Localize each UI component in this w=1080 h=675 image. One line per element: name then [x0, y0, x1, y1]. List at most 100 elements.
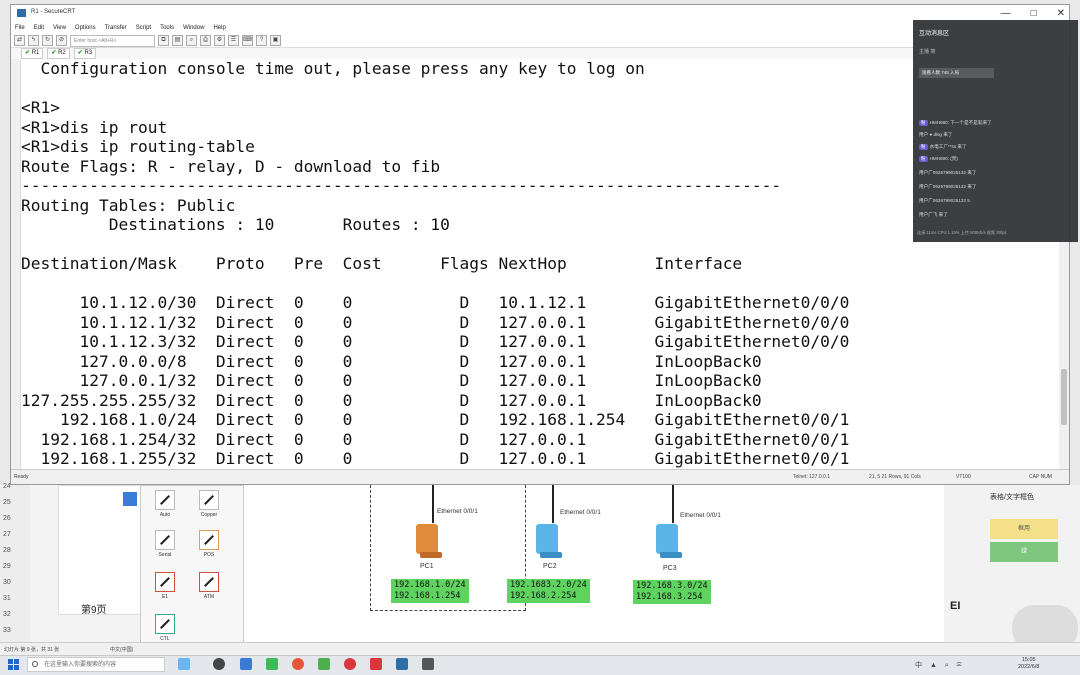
ensp-icon[interactable]	[422, 658, 434, 670]
connect-icon[interactable]: ⇄	[14, 35, 25, 46]
palette-ctl[interactable]: CTL	[145, 614, 185, 642]
tab-r3[interactable]: ✔ R3	[73, 48, 97, 59]
row-number: 27	[3, 531, 11, 538]
pos-cable-icon	[199, 530, 219, 550]
pc3-device[interactable]	[652, 522, 686, 560]
start-button[interactable]	[8, 659, 19, 670]
find-icon[interactable]: ⌕	[186, 35, 197, 46]
app-icon[interactable]	[344, 658, 356, 670]
terminal-output[interactable]: Configuration console time out, please p…	[21, 59, 1059, 469]
maximize-button[interactable]: □	[1031, 8, 1037, 19]
session-manager-strip[interactable]	[11, 59, 21, 469]
menu-tools[interactable]: Tools	[160, 25, 174, 31]
menu-transfer[interactable]: Transfer	[105, 25, 127, 31]
palette-e1[interactable]: E1	[145, 572, 185, 600]
pc2-device[interactable]	[532, 522, 566, 560]
system-tray[interactable]: 中 ▲ ⌕ ✉	[915, 660, 965, 670]
ei-label: EI	[950, 600, 961, 612]
clock-date: 2022/6/8	[1018, 664, 1040, 670]
palette-label: ATM	[203, 594, 215, 600]
menu-file[interactable]: File	[15, 25, 25, 31]
host-input[interactable]: Enter host <Alt+R>	[70, 34, 155, 47]
status-caps: CAP NUM	[1029, 474, 1052, 480]
green-style-button[interactable]: 绿	[990, 542, 1058, 562]
terminal-line: 127.255.255.255/32 Direct 0 0 D 127.0.0.…	[21, 390, 762, 410]
pc1-gateway: 192.168.1.254	[394, 591, 461, 601]
app-icon[interactable]	[318, 658, 330, 670]
terminal-line: 192.168.1.255/32 Direct 0 0 D 127.0.0.1 …	[21, 449, 850, 468]
chat-message: 用户广飞 来了	[919, 212, 948, 217]
wechat-icon[interactable]	[266, 658, 278, 670]
connected-check-icon: ✔	[77, 50, 83, 56]
menu-options[interactable]: Options	[75, 25, 96, 31]
paste-icon[interactable]: ▤	[172, 35, 183, 46]
print-icon[interactable]: ⎙	[200, 35, 211, 46]
options-icon[interactable]: ☰	[228, 35, 239, 46]
palette-atm[interactable]: ATM	[189, 572, 229, 600]
row-number: 33	[3, 627, 11, 634]
tab-r1[interactable]: ✔ R1	[21, 48, 44, 59]
menu-view[interactable]: View	[53, 25, 66, 31]
scrollbar-thumb[interactable]	[1061, 369, 1067, 425]
chat-message: 粉水电工广**ss 来了	[919, 144, 967, 150]
pc-icon	[416, 524, 438, 554]
terminal-line: <R1>dis ip rout	[21, 117, 168, 137]
pc3-cable[interactable]	[672, 485, 674, 523]
palette-serial[interactable]: Serial	[145, 530, 185, 558]
tab-label: R2	[58, 50, 66, 56]
pc2-cable[interactable]	[552, 485, 554, 523]
tab-r2[interactable]: ✔ R2	[47, 48, 70, 59]
status-bar: Ready Telnet: 127.0.0.1 21, 5 21 Rows, 9…	[11, 469, 1069, 484]
palette-copper[interactable]: Copper	[189, 490, 229, 518]
yellow-style-button[interactable]: 框用	[990, 519, 1058, 539]
palette-auto[interactable]: #palette .pal-item .ic::after{background…	[145, 490, 185, 518]
window-title: R1 - SecureCRT	[31, 9, 76, 15]
pc1-device[interactable]	[412, 522, 446, 560]
pc1-cable[interactable]	[432, 485, 434, 523]
palette-label: E1	[161, 594, 169, 600]
palette-label: Serial	[158, 552, 172, 558]
reconnect-icon[interactable]: ↻	[42, 35, 53, 46]
pc1-net: 192.168.1.0/24	[394, 580, 466, 590]
disconnect-icon[interactable]: ⊘	[56, 35, 67, 46]
page-label: 第9页	[81, 605, 107, 616]
menu-edit[interactable]: Edit	[34, 25, 44, 31]
taskbar-clock[interactable]: 15:05 2022/6/8	[1018, 657, 1039, 671]
lightning-icon[interactable]: ϟ	[28, 35, 39, 46]
terminal-line: 192.168.1.254/32 Direct 0 0 D 127.0.0.1 …	[21, 429, 850, 449]
pc2-network-note: 192.1683.2.0/24 192.168.2.254	[507, 579, 590, 603]
close-button[interactable]: ✕	[1057, 8, 1065, 19]
chat-message: 粉 HMH690: (赞)	[919, 156, 958, 162]
session-tabs: ✔ R1 ✔ R2 ✔ R3	[11, 48, 1069, 59]
settings-icon[interactable]: ⚙	[214, 35, 225, 46]
windows-logo-icon	[8, 659, 13, 664]
pc2-net: 192.1683.2.0/24	[510, 580, 587, 590]
palette-label: Auto	[159, 512, 171, 518]
search-icon	[32, 661, 38, 667]
row-number: 32	[3, 611, 11, 618]
palette-pos[interactable]: POS	[189, 530, 229, 558]
pc3-label: PC3	[663, 565, 677, 572]
weather-icon[interactable]	[178, 658, 190, 670]
terminal-line: 192.168.1.0/24 Direct 0 0 D 192.168.1.25…	[21, 410, 850, 429]
language-indicator: 中文(中国)	[110, 647, 134, 653]
menu-help[interactable]: Help	[213, 25, 225, 31]
serial-cable-icon	[155, 530, 175, 550]
row-number: 26	[3, 515, 11, 522]
powerpoint-icon[interactable]	[370, 658, 382, 670]
minimize-button[interactable]: —	[1001, 8, 1011, 19]
sftp-icon[interactable]: ▣	[270, 35, 281, 46]
help-icon[interactable]: ?	[256, 35, 267, 46]
edge-icon[interactable]	[240, 658, 252, 670]
task-view-icon[interactable]	[213, 658, 225, 670]
keymap-icon[interactable]: ⌨	[242, 35, 253, 46]
copy-icon[interactable]: ⧉	[158, 35, 169, 46]
browser-icon[interactable]	[292, 658, 304, 670]
taskbar-search[interactable]: 在这里输入你要搜索的内容	[27, 657, 165, 672]
securecrt-icon[interactable]	[396, 658, 408, 670]
menu-script[interactable]: Script	[136, 25, 151, 31]
pc1-network-note: 192.168.1.0/24 192.168.1.254	[391, 579, 469, 603]
toolbar: ⇄ ϟ ↻ ⊘ Enter host <Alt+R> ⧉ ▤ ⌕ ⎙ ⚙ ☰ ⌨…	[11, 34, 1069, 48]
slide-thumbnail[interactable]: 第9页	[58, 485, 148, 616]
menu-window[interactable]: Window	[183, 25, 204, 31]
